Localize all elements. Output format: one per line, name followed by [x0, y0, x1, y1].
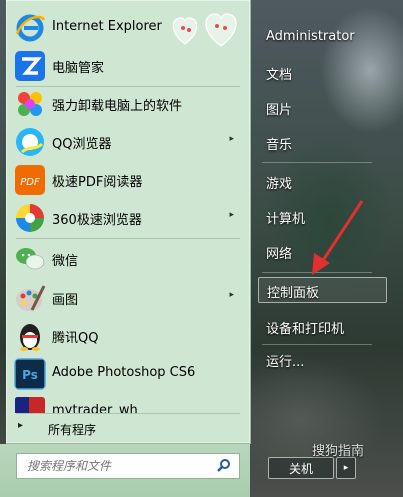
- right-item-user[interactable]: Administrator: [258, 25, 385, 49]
- program-label: Internet Explorer: [52, 19, 162, 34]
- program-label: Adobe Photoshop CS6: [52, 365, 196, 380]
- program-label: 电脑管家: [52, 61, 105, 76]
- mytrader-icon: [15, 397, 45, 413]
- red-pointer-arrow-icon: [312, 200, 364, 275]
- divider: [16, 238, 240, 239]
- search-box[interactable]: [16, 453, 240, 479]
- program-pc-manager[interactable]: 电脑管家: [6, 47, 246, 84]
- svg-text:Ps: Ps: [22, 368, 38, 382]
- right-item-label: 运行...: [266, 355, 305, 370]
- program-qq[interactable]: 腾讯QQ: [6, 317, 246, 354]
- right-item-pictures[interactable]: 图片: [258, 95, 385, 119]
- program-photoshop[interactable]: Ps Adobe Photoshop CS6: [6, 355, 246, 392]
- submenu-arrow-icon: ▸: [229, 290, 234, 300]
- all-programs-label: 所有程序: [48, 423, 97, 437]
- svg-text:PDF: PDF: [20, 177, 40, 188]
- user-name: Administrator: [266, 29, 355, 44]
- wechat-icon: [16, 248, 45, 270]
- qq-penguin-icon: [20, 324, 40, 351]
- right-item-label: 设备和打印机: [266, 322, 345, 337]
- submenu-arrow-icon: ▸: [229, 210, 234, 220]
- shutdown-button[interactable]: 关机: [268, 457, 334, 479]
- pdf-reader-icon: PDF: [15, 165, 45, 195]
- watermark-text: 搜狗指南: [312, 444, 365, 459]
- right-item-label: 网络: [266, 247, 293, 262]
- program-internet-explorer[interactable]: Internet Explorer: [6, 9, 246, 46]
- program-label: 腾讯QQ: [52, 331, 99, 346]
- right-item-control-panel[interactable]: 控制面板: [258, 277, 387, 303]
- right-item-label: 图片: [266, 103, 293, 118]
- program-label: 极速PDF阅读器: [52, 175, 143, 190]
- program-qq-browser[interactable]: QQ浏览器 ▸: [6, 123, 246, 160]
- search-input[interactable]: [25, 456, 209, 476]
- program-label: QQ浏览器: [52, 137, 112, 152]
- search-icon[interactable]: [217, 458, 231, 472]
- right-item-label: 游戏: [266, 177, 293, 192]
- program-label: mytrader_wh: [52, 403, 138, 413]
- program-mytrader[interactable]: mytrader_wh: [6, 393, 246, 413]
- program-label: 强力卸载电脑上的软件: [52, 99, 183, 114]
- shutdown-label: 关机: [289, 462, 314, 476]
- right-item-label: 音乐: [266, 138, 293, 153]
- pc-manager-icon: [15, 51, 45, 81]
- right-item-label: 文档: [266, 68, 293, 83]
- right-item-run[interactable]: 运行...: [258, 347, 385, 371]
- program-label: 画图: [52, 293, 79, 308]
- paint-icon: [16, 285, 46, 311]
- search-area: [0, 444, 250, 497]
- triangle-right-icon: ▸: [18, 420, 24, 431]
- right-item-label: 控制面板: [267, 286, 320, 301]
- photoshop-icon: Ps: [14, 358, 46, 390]
- program-paint[interactable]: 画图 ▸: [6, 279, 246, 316]
- program-wechat[interactable]: 微信: [6, 240, 246, 277]
- right-item-devices-printers[interactable]: 设备和打印机: [258, 314, 385, 338]
- program-uninstaller[interactable]: 强力卸载电脑上的软件: [6, 85, 246, 122]
- right-item-games[interactable]: 游戏: [258, 169, 385, 193]
- program-360-browser[interactable]: 360极速浏览器 ▸: [6, 199, 246, 236]
- submenu-arrow-icon: ▸: [229, 134, 234, 144]
- right-item-music[interactable]: 音乐: [258, 130, 385, 154]
- 360-browser-icon: [16, 204, 44, 232]
- right-item-documents[interactable]: 文档: [258, 60, 385, 84]
- internet-explorer-icon: [15, 14, 46, 42]
- divider: [262, 162, 372, 163]
- qq-browser-icon: [16, 128, 44, 156]
- program-pdf-reader[interactable]: PDF 极速PDF阅读器: [6, 161, 246, 198]
- shutdown-options-button[interactable]: ▸: [336, 457, 356, 479]
- divider: [16, 413, 240, 414]
- program-label: 微信: [52, 254, 79, 269]
- uninstaller-icon: [18, 92, 42, 116]
- all-programs-button[interactable]: ▸ 所有程序: [16, 418, 242, 438]
- program-label: 360极速浏览器: [52, 213, 142, 228]
- divider: [262, 344, 372, 345]
